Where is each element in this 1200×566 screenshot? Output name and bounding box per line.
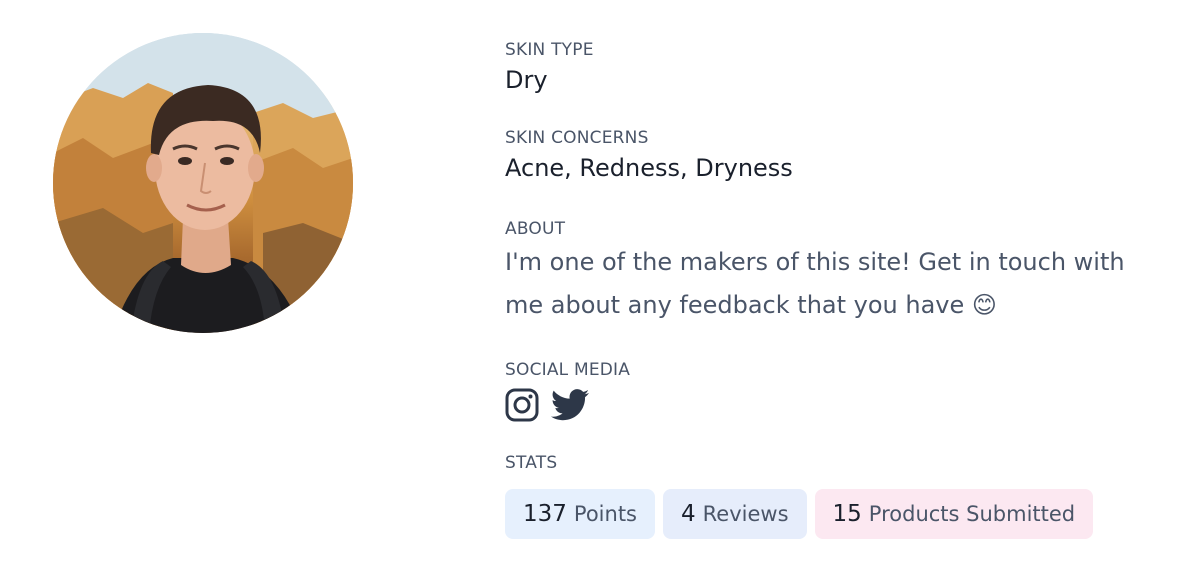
twitter-icon[interactable]	[551, 389, 589, 421]
stats-badges: 137 Points 4 Reviews 15 Products Submitt…	[505, 489, 1094, 539]
reviews-label: Reviews	[702, 502, 789, 526]
points-label: Points	[573, 502, 637, 526]
points-count: 137	[523, 501, 567, 527]
skin-type-value: Dry	[505, 66, 548, 94]
skin-type-label: SKIN TYPE	[505, 40, 594, 60]
social-icons	[505, 388, 630, 422]
products-submitted-label: Products Submitted	[868, 502, 1076, 526]
skin-type-section: SKIN TYPE Dry	[505, 40, 594, 96]
products-submitted-badge: 15 Products Submitted	[814, 489, 1094, 539]
profile-page: SKIN TYPE Dry SKIN CONCERNS Acne, Rednes…	[0, 0, 1200, 566]
about-text: I'm one of the makers of this site! Get …	[505, 248, 1125, 319]
skin-concerns-label: SKIN CONCERNS	[505, 128, 649, 148]
reviews-badge: 4 Reviews	[663, 489, 807, 539]
social-media-label: SOCIAL MEDIA	[505, 360, 631, 380]
social-media-section: SOCIAL MEDIA	[505, 360, 630, 422]
skin-concerns-section: SKIN CONCERNS Acne, Redness, Dryness	[505, 128, 793, 184]
profile-photo	[53, 33, 353, 333]
stats-label: STATS	[505, 453, 558, 473]
stats-section: STATS 137 Points 4 Reviews 15 Products S…	[505, 453, 1094, 539]
points-badge: 137 Points	[505, 489, 655, 539]
about-section: ABOUT I'm one of the makers of this site…	[505, 219, 1165, 327]
about-label: ABOUT	[505, 219, 566, 239]
instagram-icon[interactable]	[505, 388, 539, 422]
products-submitted-count: 15	[832, 501, 862, 527]
skin-concerns-value: Acne, Redness, Dryness	[505, 154, 793, 182]
reviews-count: 4	[681, 501, 696, 527]
avatar	[53, 33, 353, 333]
